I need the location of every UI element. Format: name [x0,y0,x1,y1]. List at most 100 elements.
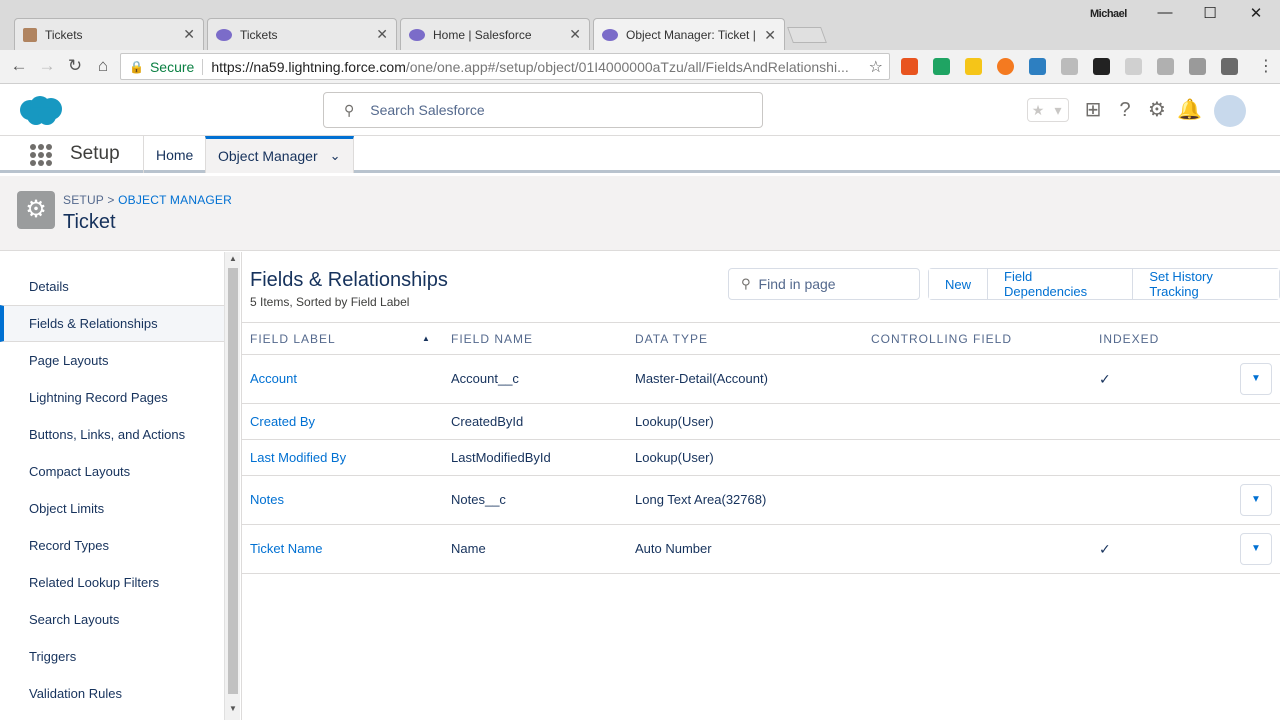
extension-icon[interactable] [1125,58,1142,75]
chevron-down-icon[interactable]: ⌄ [330,148,341,164]
salesforce-logo-icon[interactable] [16,94,64,126]
help-icon[interactable]: ? [1113,98,1137,122]
salesforce-favicon-icon [602,29,618,41]
extension-icon[interactable] [901,58,918,75]
url-path: /one/one.app#/setup/object/01I4000000aTz… [405,58,849,75]
minimize-icon[interactable]: — [1150,4,1180,21]
row-actions-dropdown-icon[interactable]: ▼ [1240,484,1272,516]
close-tab-icon[interactable]: ✕ [569,26,581,43]
fields-relationships-panel: Fields & Relationships 5 Items, Sorted b… [241,252,1280,720]
new-button[interactable]: New [929,269,988,299]
address-bar[interactable]: 🔒 Secure https://na59.lightning.force.co… [120,53,890,80]
action-button-group: New Field Dependencies Set History Track… [928,268,1280,300]
sidebar-item-related-lookup-filters[interactable]: Related Lookup Filters [0,564,224,601]
sidebar-item-compact-layouts[interactable]: Compact Layouts [0,453,224,490]
close-window-icon[interactable]: ✕ [1241,4,1271,22]
browser-tab-2[interactable]: Tickets ✕ [207,18,397,50]
field-name: Notes__c [451,492,506,507]
chrome-menu-icon[interactable]: ⋮ [1258,56,1274,76]
extension-icon[interactable] [1157,58,1174,75]
favorites-button-group[interactable]: ★ ▾ [1027,98,1069,122]
column-header-field-label[interactable]: FIELD LABEL [250,332,336,346]
sidebar-item-record-types[interactable]: Record Types [0,527,224,564]
chrome-profile-name[interactable]: Michael [1090,8,1127,20]
row-actions-dropdown-icon[interactable]: ▼ [1240,363,1272,395]
sidebar-item-triggers[interactable]: Triggers [0,638,224,675]
field-dependencies-button[interactable]: Field Dependencies [987,269,1133,299]
extension-icon[interactable] [1221,58,1238,75]
indexed-check-icon: ✓ [1099,371,1111,387]
sidebar-item-fields-relationships[interactable]: Fields & Relationships [0,305,224,342]
tab-title: Object Manager: Ticket | [626,28,756,42]
find-in-page-input[interactable]: ⚲ Find in page [728,268,920,300]
table-row: Account Account__c Master-Detail(Account… [242,355,1280,404]
setup-gear-icon[interactable]: ⚙ [1145,98,1169,122]
field-label-link[interactable]: Account [250,371,297,386]
browser-tab-4-active[interactable]: Object Manager: Ticket | ✕ [593,18,785,51]
sidebar-item-object-limits[interactable]: Object Limits [0,490,224,527]
close-tab-icon[interactable]: ✕ [764,27,776,44]
reload-icon[interactable]: ↻ [64,56,86,76]
field-name: Account__c [451,371,519,386]
breadcrumb-object-manager-link[interactable]: OBJECT MANAGER [118,193,232,207]
sidebar-scrollbar[interactable]: ▲ ▼ [224,252,240,720]
column-header-controlling-field[interactable]: CONTROLLING FIELD [871,332,1012,346]
sidebar-item-details[interactable]: Details [0,268,224,305]
object-gear-icon: ⚙ [17,191,55,229]
new-tab-button[interactable] [787,27,827,43]
extension-icon[interactable] [997,58,1014,75]
extension-icon[interactable] [1093,58,1110,75]
close-tab-icon[interactable]: ✕ [183,26,195,43]
row-actions-dropdown-icon[interactable]: ▼ [1240,533,1272,565]
extension-icon[interactable] [1061,58,1078,75]
field-label-link[interactable]: Last Modified By [250,450,346,465]
sort-ascending-icon[interactable]: ▲ [422,334,430,343]
browser-tab-3[interactable]: Home | Salesforce ✕ [400,18,590,50]
global-search-input[interactable]: ⚲ Search Salesforce [323,92,763,128]
favorite-star-icon[interactable]: ★ [1028,102,1048,119]
column-header-indexed[interactable]: INDEXED [1099,332,1159,346]
column-header-data-type[interactable]: DATA TYPE [635,332,708,346]
nav-tab-home[interactable]: Home [143,136,205,173]
extension-icon[interactable] [1029,58,1046,75]
close-tab-icon[interactable]: ✕ [376,26,388,43]
sidebar-item-validation-rules[interactable]: Validation Rules [0,675,224,712]
extension-icon[interactable] [965,58,982,75]
favorites-dropdown-icon[interactable]: ▾ [1048,102,1068,119]
nav-tab-label: Object Manager [218,148,318,164]
notifications-bell-icon[interactable]: 🔔 [1177,98,1202,122]
home-icon[interactable]: ⌂ [92,56,114,76]
tab-title: Tickets [45,27,83,42]
lock-icon: 🔒 [129,59,144,74]
nav-tab-label: Home [156,146,194,163]
sidebar-item-buttons-links-actions[interactable]: Buttons, Links, and Actions [0,416,224,453]
google-drive-icon[interactable] [933,58,950,75]
app-launcher-icon[interactable] [30,144,52,166]
bookmark-star-icon[interactable]: ☆ [869,57,883,77]
sidebar-item-lightning-record-pages[interactable]: Lightning Record Pages [0,379,224,416]
scrollbar-thumb[interactable] [228,268,238,694]
sidebar-item-search-layouts[interactable]: Search Layouts [0,601,224,638]
field-name: LastModifiedById [451,450,551,465]
section-title: Fields & Relationships [250,269,448,291]
data-type: Lookup(User) [635,414,714,429]
field-label-link[interactable]: Ticket Name [250,541,322,556]
browser-tab-1[interactable]: Tickets ✕ [14,18,204,50]
forward-arrow-icon[interactable]: → [36,56,58,76]
scroll-up-arrow-icon[interactable]: ▲ [225,254,241,263]
nav-tab-object-manager[interactable]: Object Manager ⌄ [205,136,354,173]
global-actions-plus-icon[interactable]: ⊞ [1081,98,1105,122]
field-label-link[interactable]: Notes [250,492,284,507]
back-arrow-icon[interactable]: ← [8,56,30,76]
app-navigation-bar: Setup Home Object Manager ⌄ [0,136,1280,173]
scroll-down-arrow-icon[interactable]: ▼ [225,704,241,713]
user-avatar[interactable] [1214,95,1246,127]
sidebar-item-page-layouts[interactable]: Page Layouts [0,342,224,379]
column-header-field-name[interactable]: FIELD NAME [451,332,533,346]
salesforce-favicon-icon [409,28,425,41]
vue-devtools-icon[interactable] [1189,58,1206,75]
field-label-link[interactable]: Created By [250,414,315,429]
maximize-icon[interactable]: ☐ [1195,4,1225,22]
breadcrumb-setup: SETUP [63,193,104,207]
set-history-tracking-button[interactable]: Set History Tracking [1132,269,1279,299]
